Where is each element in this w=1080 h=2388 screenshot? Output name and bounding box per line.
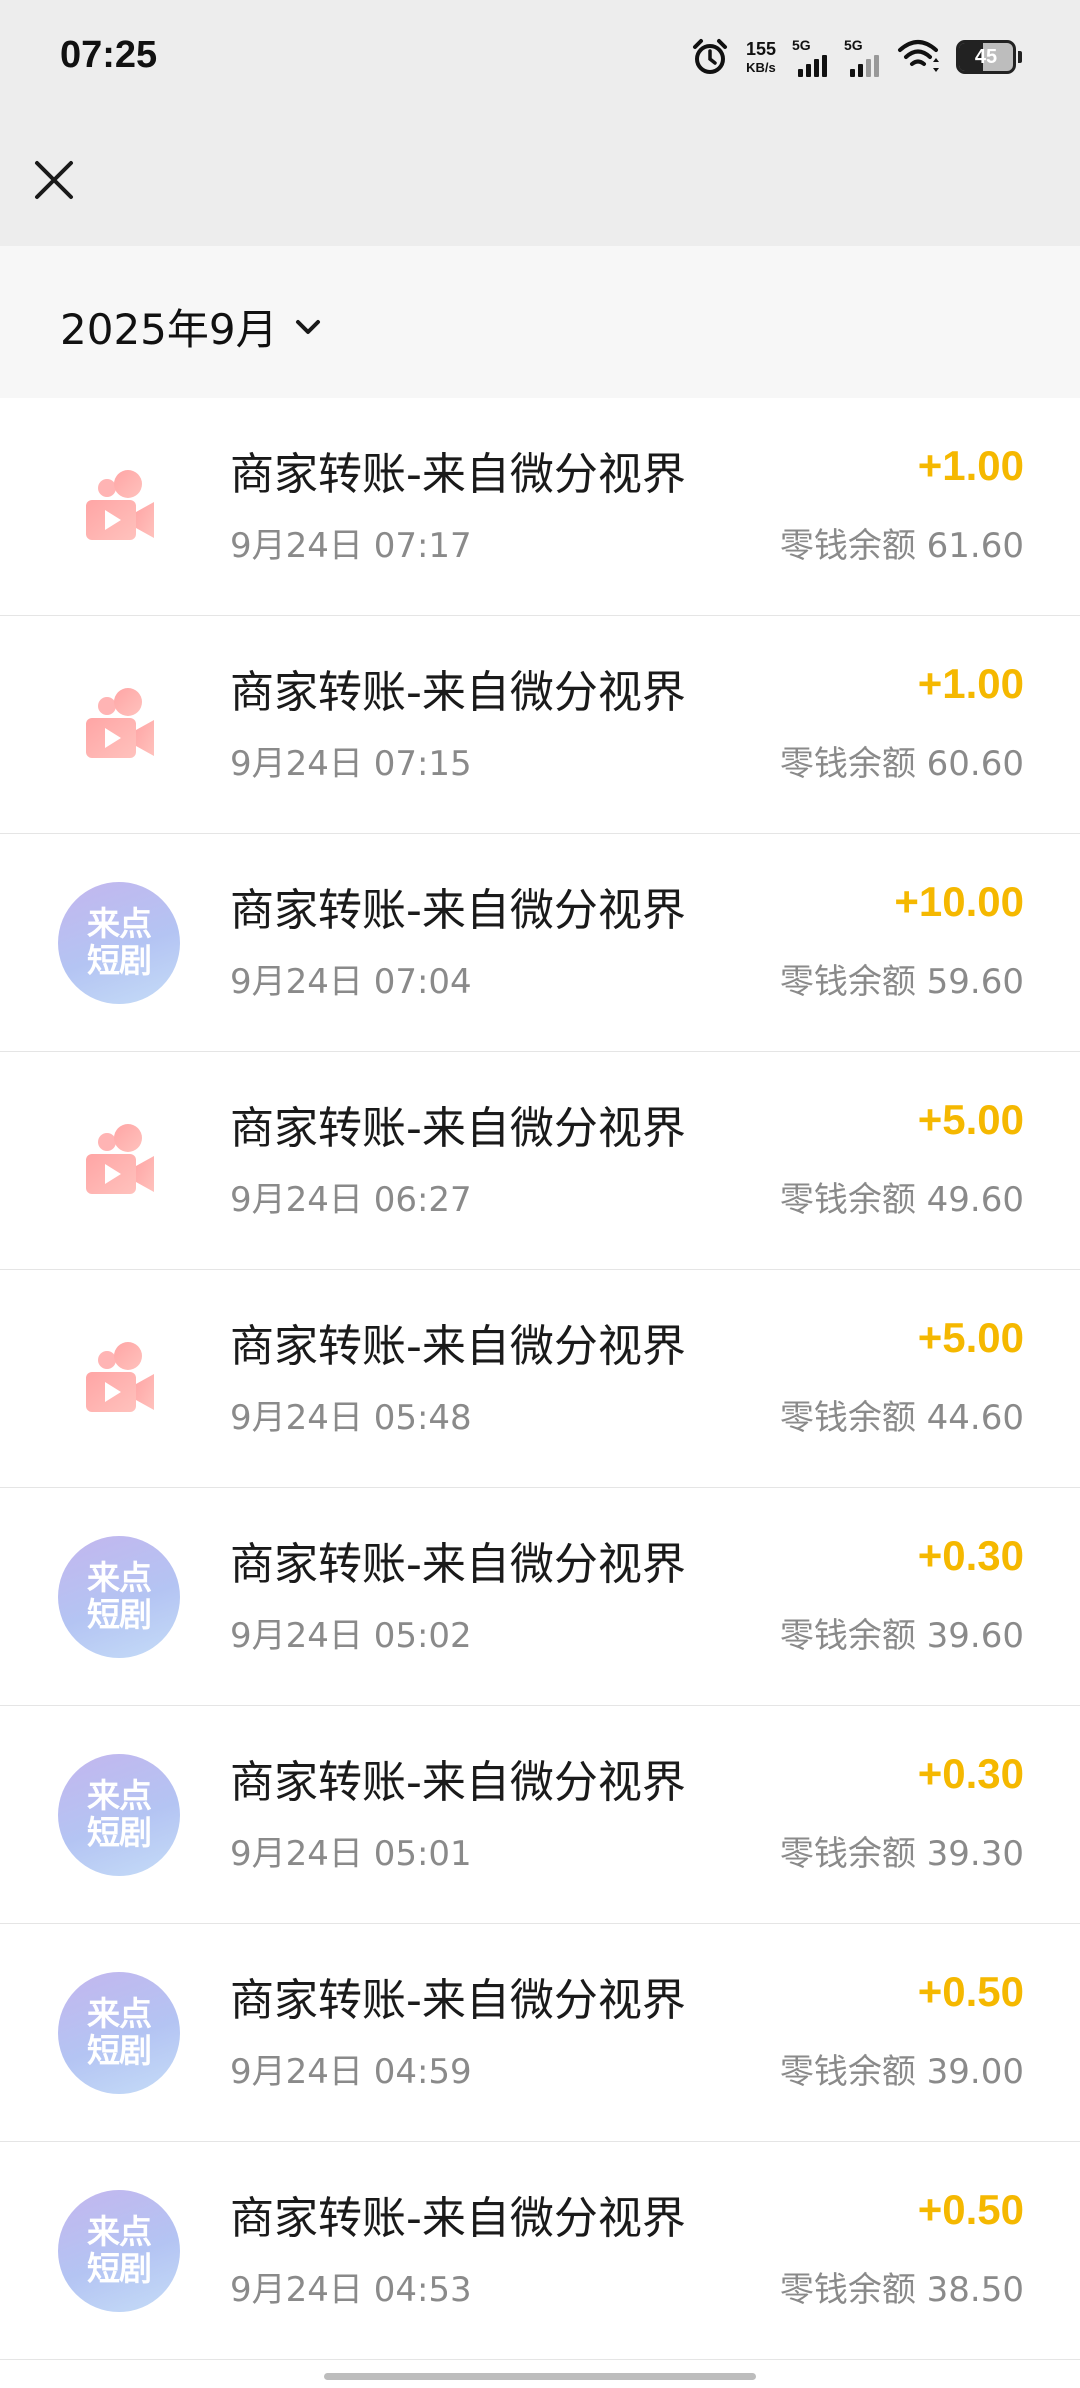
status-bar: 07:25 155 KB/s 5G 5G 45 bbox=[0, 0, 1080, 118]
battery-level: 45 bbox=[974, 46, 998, 68]
transaction-title: 商家转账-来自微分视界 bbox=[230, 1103, 686, 1154]
transaction-time: 9月24日 04:59 bbox=[230, 2052, 472, 2092]
transaction-amount: +0.50 bbox=[917, 2186, 1024, 2233]
transaction-balance: 零钱余额 49.60 bbox=[779, 1180, 1024, 1220]
wifi-icon bbox=[898, 40, 939, 72]
transaction-time: 9月24日 05:48 bbox=[230, 1398, 472, 1438]
transaction-balance: 零钱余额 59.60 bbox=[779, 962, 1024, 1002]
merchant-avatar bbox=[58, 664, 180, 786]
transaction-row[interactable]: 商家转账-来自微分视界 9月24日 07:17 +1.00 零钱余额 61.60 bbox=[0, 398, 1080, 616]
network-speed-value: 155 bbox=[745, 39, 776, 59]
cellular-signal-icon: 5G bbox=[792, 37, 828, 77]
transaction-title: 商家转账-来自微分视界 bbox=[230, 1539, 686, 1590]
battery-tip bbox=[1018, 51, 1022, 63]
transaction-row[interactable]: 商家转账-来自微分视界 9月24日 06:27 +5.00 零钱余额 49.60 bbox=[0, 1052, 1080, 1270]
transaction-time: 9月24日 07:17 bbox=[230, 526, 472, 566]
transaction-row[interactable]: 来点 短剧 商家转账-来自微分视界 9月24日 04:59 +0.50 零钱余额 39… bbox=[0, 1924, 1080, 2142]
transaction-time: 9月24日 07:15 bbox=[230, 744, 472, 784]
logo-text: 来点 bbox=[87, 1558, 152, 1598]
transaction-list: 商家转账-来自微分视界 9月24日 07:17 +1.00 零钱余额 61.60 商家… bbox=[0, 398, 1080, 2360]
video-camera-icon bbox=[86, 1124, 154, 1194]
merchant-avatar: 来点 短剧 bbox=[58, 2190, 180, 2312]
month-filter-bar: 2025年9月 bbox=[0, 246, 1080, 398]
logo-text: 短剧 bbox=[87, 1595, 152, 1634]
network-speed: 155 KB/s bbox=[746, 40, 776, 74]
logo-text: 短剧 bbox=[87, 2031, 152, 2070]
transaction-title: 商家转账-来自微分视界 bbox=[230, 667, 686, 718]
transaction-row[interactable]: 来点 短剧 商家转账-来自微分视界 9月24日 07:04 +10.00 零钱余额 5… bbox=[0, 834, 1080, 1052]
transaction-balance: 零钱余额 39.30 bbox=[779, 1834, 1024, 1874]
month-label: 2025年9月 bbox=[60, 305, 278, 354]
logo-text: 来点 bbox=[87, 1994, 152, 2034]
transaction-title: 商家转账-来自微分视界 bbox=[230, 1757, 686, 1808]
merchant-avatar bbox=[58, 1318, 180, 1440]
transaction-amount: +1.00 bbox=[917, 442, 1024, 489]
transaction-title: 商家转账-来自微分视界 bbox=[230, 2193, 686, 2244]
transaction-title: 商家转账-来自微分视界 bbox=[230, 449, 686, 500]
signal-label: 5G bbox=[844, 37, 863, 53]
transaction-row[interactable]: 来点 短剧 商家转账-来自微分视界 9月24日 04:53 +0.50 零钱余额 38… bbox=[0, 2142, 1080, 2360]
transaction-row[interactable]: 商家转账-来自微分视界 9月24日 07:15 +1.00 零钱余额 60.60 bbox=[0, 616, 1080, 834]
transaction-title: 商家转账-来自微分视界 bbox=[230, 1321, 686, 1372]
transaction-balance: 零钱余额 38.50 bbox=[779, 2270, 1024, 2310]
transaction-row[interactable]: 来点 短剧 商家转账-来自微分视界 9月24日 05:02 +0.30 零钱余额 39… bbox=[0, 1488, 1080, 1706]
transaction-time: 9月24日 05:01 bbox=[230, 1834, 472, 1874]
transaction-amount: +10.00 bbox=[894, 878, 1024, 925]
transaction-row[interactable]: 商家转账-来自微分视界 9月24日 05:48 +5.00 零钱余额 44.60 bbox=[0, 1270, 1080, 1488]
status-time: 07:25 bbox=[60, 34, 158, 76]
transaction-amount: +5.00 bbox=[917, 1314, 1024, 1361]
video-camera-icon bbox=[86, 470, 154, 540]
merchant-avatar: 来点 短剧 bbox=[58, 1536, 180, 1658]
logo-text: 来点 bbox=[87, 2212, 152, 2252]
transaction-row[interactable]: 来点 短剧 商家转账-来自微分视界 9月24日 05:01 +0.30 零钱余额 39… bbox=[0, 1706, 1080, 1924]
month-picker[interactable]: 2025年9月 bbox=[60, 296, 324, 357]
transaction-title: 商家转账-来自微分视界 bbox=[230, 885, 686, 936]
transaction-amount: +1.00 bbox=[917, 660, 1024, 707]
logo-text: 短剧 bbox=[87, 941, 152, 980]
video-camera-icon bbox=[86, 1342, 154, 1412]
network-speed-unit: KB/s bbox=[746, 60, 776, 75]
logo-text: 短剧 bbox=[87, 2249, 152, 2288]
merchant-avatar bbox=[58, 446, 180, 568]
home-indicator[interactable] bbox=[324, 2373, 756, 2380]
merchant-avatar: 来点 短剧 bbox=[58, 882, 180, 1004]
merchant-avatar: 来点 短剧 bbox=[58, 1754, 180, 1876]
merchant-avatar bbox=[58, 1100, 180, 1222]
transaction-balance: 零钱余额 60.60 bbox=[779, 744, 1024, 784]
transaction-amount: +0.50 bbox=[917, 1968, 1024, 2015]
chevron-down-icon bbox=[295, 319, 320, 334]
transaction-title: 商家转账-来自微分视界 bbox=[230, 1975, 686, 2026]
logo-text: 短剧 bbox=[87, 1813, 152, 1852]
merchant-avatar: 来点 短剧 bbox=[58, 1972, 180, 2094]
close-button[interactable] bbox=[28, 154, 80, 206]
transaction-balance: 零钱余额 44.60 bbox=[779, 1398, 1024, 1438]
transaction-amount: +5.00 bbox=[917, 1096, 1024, 1143]
close-icon bbox=[35, 161, 73, 199]
transaction-amount: +0.30 bbox=[917, 1750, 1024, 1797]
transaction-time: 9月24日 07:04 bbox=[230, 962, 472, 1002]
cellular-signal-icon: 5G bbox=[844, 37, 880, 77]
nav-bar bbox=[0, 118, 1080, 246]
transaction-time: 9月24日 05:02 bbox=[230, 1616, 472, 1656]
battery-icon: 45 bbox=[956, 40, 1016, 74]
status-icons: 155 KB/s 5G 5G 45 bbox=[690, 32, 1022, 82]
transaction-balance: 零钱余额 39.00 bbox=[779, 2052, 1024, 2092]
logo-text: 来点 bbox=[87, 1776, 152, 1816]
alarm-clock-icon bbox=[692, 39, 727, 74]
transaction-balance: 零钱余额 39.60 bbox=[779, 1616, 1024, 1656]
transaction-balance: 零钱余额 61.60 bbox=[779, 526, 1024, 566]
video-camera-icon bbox=[86, 688, 154, 758]
signal-label: 5G bbox=[792, 37, 811, 53]
transaction-amount: +0.30 bbox=[917, 1532, 1024, 1579]
logo-text: 来点 bbox=[87, 904, 152, 944]
transaction-time: 9月24日 06:27 bbox=[230, 1180, 472, 1220]
transaction-time: 9月24日 04:53 bbox=[230, 2270, 472, 2310]
